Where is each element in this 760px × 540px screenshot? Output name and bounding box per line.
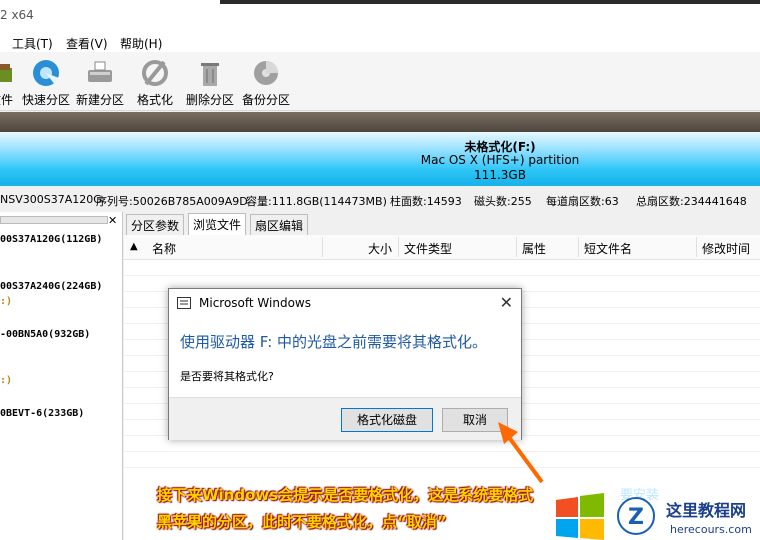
col-file-type[interactable]: 文件类型 [404,240,452,257]
menu-view[interactable]: 查看(V) [66,35,108,52]
file-icon [0,64,12,82]
disk-cylinders: 柱面数:14593 [390,195,462,208]
col-short-name[interactable]: 短文件名 [584,240,632,257]
backup-icon [254,61,278,85]
file-button[interactable]: 文件 [0,56,16,108]
window-icon [177,297,191,309]
disk-capacity: 容量:111.8GB(114473MB) [246,195,387,208]
new-partition-icon [88,61,112,82]
title-shadow [220,0,760,4]
up-arrow-icon[interactable]: ▲ [130,241,138,252]
quick-partition-icon [33,60,59,86]
tab-browse-files[interactable]: 浏览文件 [188,213,247,236]
title-bar: 2 x64 [0,0,760,32]
disk-tree-panel: ✕ 00S37A120G(112GB) 00S37A240G(224GB) :)… [0,212,123,540]
menu-tools[interactable]: 工具(T) [12,35,53,52]
tree-scrollbar[interactable] [0,216,108,224]
disk-tree-item[interactable]: :) [0,296,12,307]
close-icon[interactable]: ✕ [108,214,117,227]
disk-tree-item[interactable]: 00S37A120G(112GB) [0,234,102,245]
dialog-footer: 格式化磁盘 取消 [169,397,521,440]
disk-model: NSV300S37A120G [0,193,102,206]
quick-partition-button[interactable]: 快速分区 [22,56,70,108]
format-dialog: Microsoft Windows ✕ 使用驱动器 F: 中的光盘之前需要将其格… [168,288,522,440]
site-name: 这里教程网 [666,501,746,520]
annotation-line-2: 黑苹果的分区，此时不要格式化，点“取消” [157,513,447,531]
dialog-title: Microsoft Windows [199,296,311,310]
tab-partition-params[interactable]: 分区参数 [126,214,185,235]
dialog-title-bar: Microsoft Windows ✕ [169,289,521,319]
disk-heads: 磁头数:255 [474,195,532,208]
backup-partition-button[interactable]: 备份分区 [242,56,290,108]
disk-sectors: 每道扇区数:63 [546,195,619,208]
disk-tree-item[interactable]: 00S37A240G(224GB) [0,281,102,292]
windows-logo-icon [556,493,604,540]
tab-sector-edit[interactable]: 扇区编辑 [250,214,309,235]
disk-tree-item[interactable]: :) [0,375,12,386]
window-title: 2 x64 [0,8,34,22]
col-modified-time[interactable]: 修改时间 [702,240,750,257]
site-logo: Z 这里教程网 herecours.com [556,493,752,540]
partition-size: 111.3GB [474,168,526,182]
col-size[interactable]: 大小 [368,240,392,257]
svg-text:Z: Z [628,505,644,530]
dialog-question: 是否要将其格式化? [180,370,274,383]
disk-bar-header [0,112,760,132]
col-name[interactable]: 名称 [152,240,176,257]
partition-bar[interactable]: 未格式化(F:) Mac OS X (HFS+) partition 111.3… [0,132,760,186]
toolbar: 文件 快速分区 新建分区 格式化 删除分区 备份分区 [0,52,760,111]
disk-serial: 序列号:50026B785A009A9D [96,195,248,208]
menu-help[interactable]: 帮助(H) [120,35,162,52]
format-icon [142,60,168,86]
format-disk-button[interactable]: 格式化磁盘 [341,408,433,432]
menu-bar: 工具(T) 查看(V) 帮助(H) [0,32,760,52]
col-attributes[interactable]: 属性 [522,240,546,257]
dialog-close-icon[interactable]: ✕ [500,293,513,312]
disk-total-sectors: 总扇区数:234441648 [636,195,747,208]
annotation-arrow [498,422,544,484]
trash-icon [201,63,219,86]
format-button[interactable]: 格式化 [136,56,174,108]
disk-info: NSV300S37A120G 序列号:50026B785A009A9D 容量:1… [0,189,760,211]
disk-tree-item[interactable]: 0BEVT-6(233GB) [0,408,84,419]
file-list-header: ▲ 名称 大小 文件类型 属性 短文件名 修改时间 [124,235,760,260]
dialog-message: 使用驱动器 F: 中的光盘之前需要将其格式化。 [180,333,488,351]
annotation-line-1: 接下来Windows会提示是否要格式化，这是系统要格式 [157,486,534,504]
disk-tree-item[interactable]: -00BN5A0(932GB) [0,329,90,340]
site-url: herecours.com [670,523,752,536]
new-partition-button[interactable]: 新建分区 [76,56,124,108]
partition-type: Mac OS X (HFS+) partition [420,153,580,167]
delete-partition-button[interactable]: 删除分区 [186,56,234,108]
annotation-text: 接下来Windows会提示是否要格式化，这是系统要格式 黑苹果的分区，此时不要格… [157,482,533,536]
